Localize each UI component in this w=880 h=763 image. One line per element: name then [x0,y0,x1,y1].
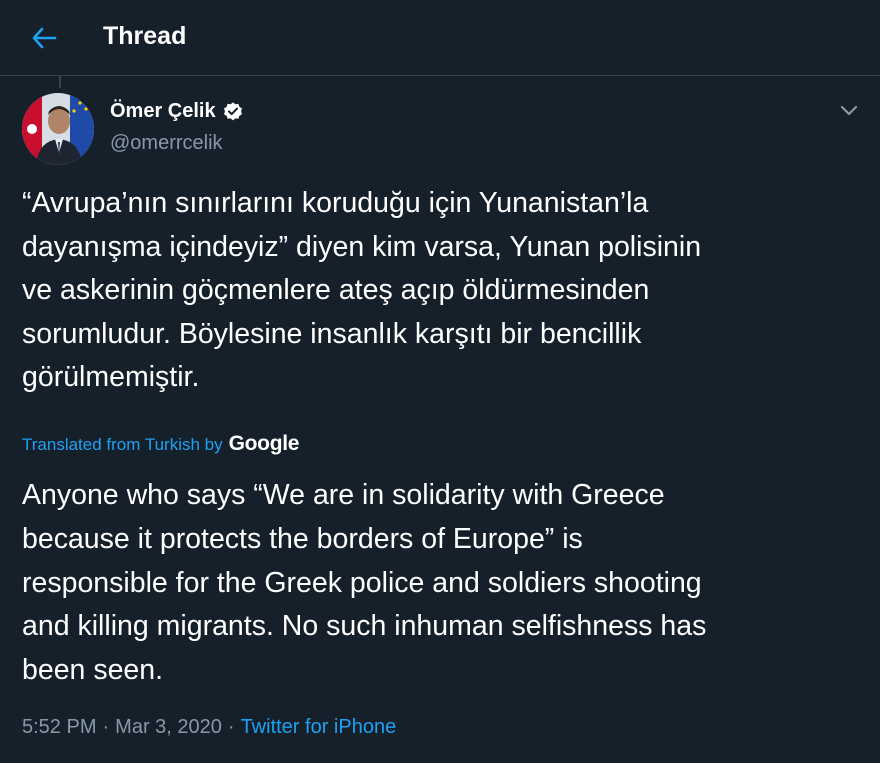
author-handle[interactable]: @omerrcelik [110,132,223,155]
avatar-image [22,93,94,165]
translated-text-line: been seen. [22,654,164,687]
tweet-text-line: dayanışma içindeyiz” diyen kim varsa, Yu… [22,230,702,263]
translated-text: Anyone who says “We are in solidarity wi… [22,474,862,693]
chevron-down-icon [840,105,858,116]
tweet-text-line: ve askerinin göçmenlere ateş açıp öldürm… [22,274,650,306]
meta-separator: · [102,716,110,738]
translated-text-line: and killing migrants. No such inhuman se… [22,610,707,643]
tweet-date[interactable]: Mar 3, 2020 [115,716,222,739]
tweet-menu-button[interactable] [834,96,864,126]
meta-separator: · [227,716,235,738]
translated-text-line: Anyone who says “We are in solidarity wi… [22,479,665,511]
avatar[interactable] [22,93,94,165]
page-title: Thread [103,22,187,50]
top-bar: Thread [0,0,880,76]
tweet-source-link[interactable]: Twitter for iPhone [241,716,397,739]
translated-text-line: responsible for the Greek police and sol… [22,566,702,599]
back-button[interactable] [24,18,64,58]
tweet-time[interactable]: 5:52 PM [22,716,96,739]
tweet-metadata: 5:52 PM · Mar 3, 2020 · Twitter for iPho… [22,716,396,739]
tweet-text-line: sorumludur. Böylesine insanlık karşıtı b… [22,317,642,350]
tweet-text: “Avrupa’nın sınırlarını koruduğu için Yu… [22,182,862,400]
tweet-text-line: “Avrupa’nın sınırlarını koruduğu için Yu… [22,187,649,219]
author-name-row[interactable]: Ömer Çelik [110,100,244,123]
arrow-left-icon [32,27,57,49]
thread-connector-line [59,76,61,88]
translation-attribution: Translated from Turkish by Google [22,432,299,456]
verified-badge-icon [223,101,242,120]
tweet-text-line: görülmemiştir. [22,361,200,393]
author-name: Ömer Çelik [110,100,216,122]
translated-from-link[interactable]: Translated from Turkish by [22,435,223,455]
google-logo: Google [228,432,300,455]
translated-text-line: because it protects the borders of Europ… [22,522,583,555]
